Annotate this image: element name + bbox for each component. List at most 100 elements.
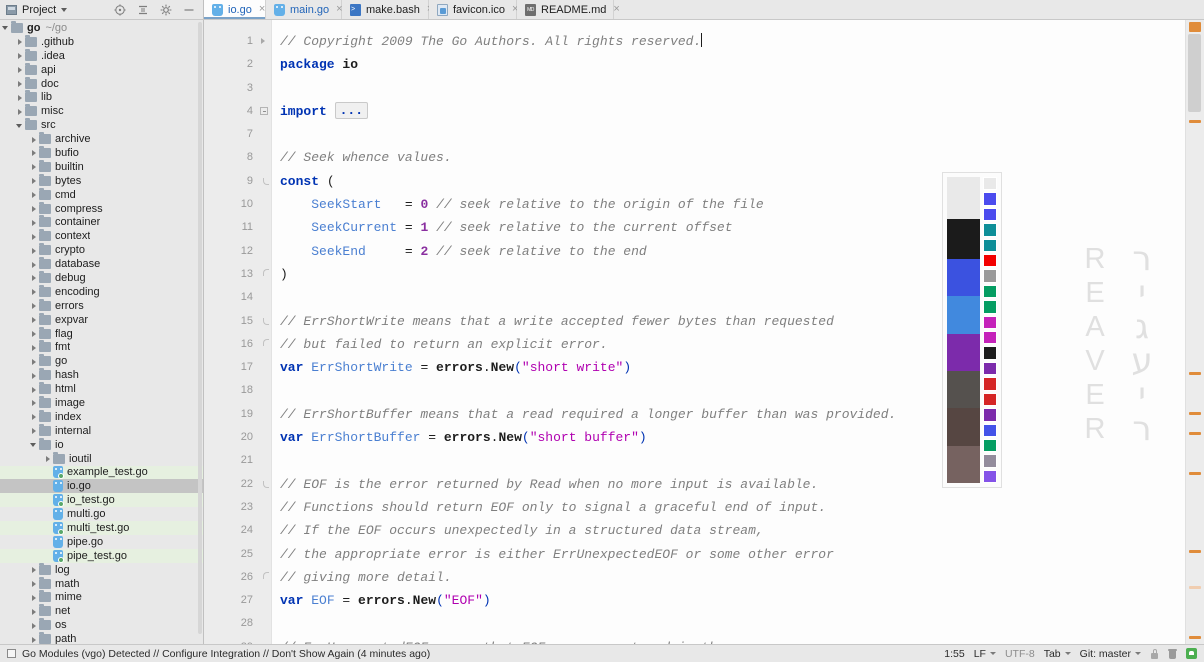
- marker[interactable]: [1189, 432, 1201, 435]
- tree-node-fmt[interactable]: fmt: [0, 340, 203, 354]
- fold-collapse-icon[interactable]: [260, 106, 268, 115]
- palette-swatch[interactable]: [983, 361, 997, 376]
- tree-node-lib[interactable]: lib: [0, 90, 203, 104]
- marker[interactable]: [1189, 550, 1201, 553]
- chevron-right-icon[interactable]: [30, 396, 39, 409]
- marker-pale[interactable]: [1189, 586, 1201, 589]
- file-encoding[interactable]: UTF-8: [1005, 648, 1035, 660]
- tree-node-io[interactable]: io: [0, 437, 203, 452]
- tree-node-pipe-test-go[interactable]: pipe_test.go: [0, 548, 203, 563]
- palette-swatch[interactable]: [983, 454, 997, 468]
- marker-top[interactable]: [1189, 22, 1201, 32]
- chevron-right-icon[interactable]: [44, 452, 53, 465]
- palette-swatch-large[interactable]: [947, 296, 981, 334]
- tree-node-src[interactable]: src: [0, 118, 203, 132]
- palette-swatch[interactable]: [983, 177, 997, 191]
- fold-arrow-icon[interactable]: [261, 38, 265, 44]
- chevron-right-icon[interactable]: [16, 105, 25, 118]
- palette-swatch[interactable]: [983, 223, 997, 237]
- palette-swatch[interactable]: [983, 469, 997, 484]
- palette-swatch-large[interactable]: [947, 333, 981, 371]
- tree-node-io-test-go[interactable]: io_test.go: [0, 493, 203, 508]
- chevron-right-icon[interactable]: [30, 355, 39, 368]
- palette-swatch[interactable]: [983, 300, 997, 314]
- palette-column-swatches[interactable]: [983, 177, 997, 484]
- chevron-right-icon[interactable]: [16, 77, 25, 90]
- chevron-right-icon[interactable]: [30, 133, 39, 146]
- palette-swatch[interactable]: [983, 192, 997, 206]
- editor-marker-scrollbar[interactable]: [1185, 20, 1204, 644]
- trash-icon[interactable]: [1168, 648, 1177, 659]
- scrollbar-thumb[interactable]: [1188, 34, 1201, 112]
- palette-swatch[interactable]: [983, 254, 997, 268]
- vcs-branch[interactable]: Git: master: [1080, 648, 1141, 660]
- close-icon[interactable]: ×: [259, 4, 265, 15]
- tree-node-container[interactable]: container: [0, 215, 203, 229]
- tree-node-flag[interactable]: flag: [0, 326, 203, 341]
- fold-marker-slot[interactable]: [259, 333, 271, 356]
- chevron-right-icon[interactable]: [30, 424, 39, 437]
- code-text-area[interactable]: // Copyright 2009 The Go Authors. All ri…: [271, 20, 1204, 644]
- chevron-right-icon[interactable]: [16, 49, 25, 62]
- chevron-right-icon[interactable]: [16, 63, 25, 76]
- chevron-right-icon[interactable]: [16, 35, 25, 48]
- chevron-right-icon[interactable]: [30, 410, 39, 423]
- tree-node-bytes[interactable]: bytes: [0, 173, 203, 188]
- tree-node-pipe-go[interactable]: pipe.go: [0, 535, 203, 549]
- tree-node-multi-go[interactable]: multi.go: [0, 507, 203, 521]
- editor-tab-favicon-ico[interactable]: favicon.ico ×: [429, 0, 518, 19]
- chevron-right-icon[interactable]: [30, 271, 39, 284]
- marker[interactable]: [1189, 412, 1201, 415]
- color-palette-overlay[interactable]: [942, 172, 1002, 488]
- editor-tab-main-go[interactable]: main.go ×: [266, 0, 343, 19]
- chevron-right-icon[interactable]: [30, 327, 39, 340]
- lock-icon[interactable]: [1150, 648, 1159, 659]
- tree-node-hash[interactable]: hash: [0, 368, 203, 382]
- palette-swatch[interactable]: [983, 392, 997, 407]
- chevron-right-icon[interactable]: [30, 591, 39, 604]
- tree-node-cmd[interactable]: cmd: [0, 187, 203, 202]
- fold-marker-slot[interactable]: [259, 636, 271, 644]
- close-icon[interactable]: ×: [613, 4, 619, 15]
- palette-swatch-large[interactable]: [947, 258, 981, 297]
- chevron-right-icon[interactable]: [16, 91, 25, 104]
- palette-swatch-large[interactable]: [947, 371, 981, 409]
- marker[interactable]: [1189, 636, 1201, 639]
- folded-import-placeholder[interactable]: ...: [334, 101, 369, 119]
- fold-marker-slot[interactable]: [259, 170, 271, 193]
- chevron-right-icon[interactable]: [30, 146, 39, 159]
- palette-swatch[interactable]: [983, 408, 997, 422]
- chevron-right-icon[interactable]: [30, 216, 39, 229]
- chevron-right-icon[interactable]: [30, 299, 39, 312]
- chevron-down-icon[interactable]: [2, 21, 11, 34]
- chevron-right-icon[interactable]: [30, 174, 39, 187]
- tree-node-ioutil[interactable]: ioutil: [0, 451, 203, 466]
- chevron-right-icon[interactable]: [30, 563, 39, 576]
- tree-node--github[interactable]: .github: [0, 34, 203, 49]
- tree-node-context[interactable]: context: [0, 229, 203, 243]
- tree-node-api[interactable]: api: [0, 62, 203, 77]
- fold-region-start-icon[interactable]: [263, 177, 269, 185]
- tree-node-debug[interactable]: debug: [0, 270, 203, 285]
- marker[interactable]: [1189, 372, 1201, 375]
- marker[interactable]: [1189, 120, 1201, 123]
- tree-node-expvar[interactable]: expvar: [0, 312, 203, 327]
- fold-region-end-icon[interactable]: [263, 571, 269, 579]
- tree-node-multi-test-go[interactable]: multi_test.go: [0, 521, 203, 535]
- marker[interactable]: [1189, 472, 1201, 475]
- fold-marker-slot[interactable]: [259, 566, 271, 589]
- palette-swatch-large[interactable]: [947, 218, 981, 259]
- indent-setting[interactable]: Tab: [1044, 648, 1071, 660]
- tree-node-image[interactable]: image: [0, 395, 203, 410]
- caret-position[interactable]: 1:55: [944, 648, 964, 660]
- tree-node-example-test-go[interactable]: example_test.go: [0, 465, 203, 480]
- chevron-right-icon[interactable]: [30, 313, 39, 326]
- tree-node-index[interactable]: index: [0, 409, 203, 424]
- settings-gear-icon[interactable]: [160, 4, 172, 16]
- palette-swatch[interactable]: [983, 438, 997, 453]
- fold-region-end-icon[interactable]: [263, 338, 269, 346]
- chevron-right-icon[interactable]: [30, 633, 39, 644]
- palette-swatch-large[interactable]: [947, 445, 981, 484]
- palette-column-large[interactable]: [947, 177, 981, 484]
- tree-node-net[interactable]: net: [0, 604, 203, 618]
